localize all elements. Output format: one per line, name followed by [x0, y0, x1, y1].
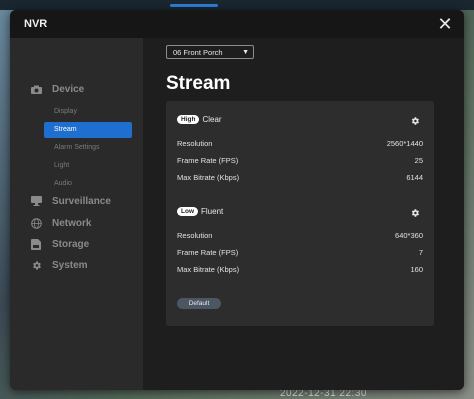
row-value: 160 [410, 265, 423, 274]
sidebar-category-label: Device [52, 83, 85, 95]
row-label: Frame Rate (FPS) [177, 248, 239, 257]
sidebar-item-light[interactable]: Light [44, 158, 132, 174]
sidebar-category-label: Storage [52, 238, 90, 250]
gear-icon [410, 205, 420, 222]
low-frame-rate-row: Frame Rate (FPS) 7 [177, 248, 423, 260]
channel-select[interactable]: 06 Front Porch ▼ [166, 45, 254, 59]
high-stream-settings-button[interactable] [410, 113, 422, 125]
sidebar-category-network[interactable]: Network [30, 215, 91, 231]
sidebar-item-stream[interactable]: Stream [44, 122, 132, 138]
row-value: 2560*1440 [386, 139, 423, 148]
low-resolution-row: Resolution 640*360 [177, 231, 423, 243]
high-stream-badge: High [177, 114, 200, 124]
row-value: 640*360 [395, 231, 423, 240]
sidebar-category-storage[interactable]: Storage [30, 236, 89, 252]
row-value: 6144 [406, 173, 423, 182]
low-stream-header: Low Fluent [177, 204, 223, 218]
globe-icon [30, 217, 42, 229]
row-label: Max Bitrate (Kbps) [177, 173, 240, 182]
low-stream-settings-button[interactable] [410, 205, 422, 217]
row-label: Resolution [177, 139, 213, 148]
sidebar-item-alarm-settings[interactable]: Alarm Settings [44, 140, 132, 156]
channel-select-value: 06 Front Porch [173, 48, 223, 57]
dialog-titlebar: NVR ✕ [10, 10, 464, 38]
high-stream-header: High Clear [177, 112, 222, 126]
stream-settings-panel: High Clear Resolution 2560*1440 Frame Ra… [166, 101, 434, 326]
low-max-bitrate-row: Max Bitrate (Kbps) 160 [177, 265, 423, 277]
row-label: Resolution [177, 231, 213, 240]
high-max-bitrate-row: Max Bitrate (Kbps) 6144 [177, 173, 423, 185]
settings-content: 06 Front Porch ▼ Stream High Clear Resol… [143, 38, 464, 390]
row-label: Max Bitrate (Kbps) [177, 265, 240, 274]
row-value: 25 [414, 156, 423, 165]
row-value: 7 [418, 248, 423, 257]
monitor-icon [30, 195, 42, 207]
storage-icon [30, 238, 42, 250]
sidebar-category-label: Network [52, 217, 92, 229]
gear-icon [410, 113, 420, 130]
sidebar-category-label: System [52, 259, 88, 271]
high-frame-rate-row: Frame Rate (FPS) 25 [177, 156, 423, 168]
high-stream-name: Clear [202, 114, 222, 124]
settings-dialog: NVR ✕ Device Display Stream Alarm Settin… [10, 10, 464, 390]
chevron-down-icon: ▼ [242, 49, 249, 56]
close-button[interactable]: ✕ [435, 14, 455, 34]
sidebar-category-system[interactable]: System [30, 257, 88, 273]
high-resolution-row: Resolution 2560*1440 [177, 139, 423, 151]
row-label: Frame Rate (FPS) [177, 156, 239, 165]
camera-icon [30, 83, 42, 95]
settings-sidebar: Device Display Stream Alarm Settings Lig… [10, 38, 143, 390]
low-stream-name: Fluent [201, 206, 224, 216]
sidebar-category-label: Surveillance [52, 195, 111, 207]
close-icon: ✕ [437, 14, 453, 34]
background-app-header [0, 0, 474, 10]
page-title: Stream [166, 73, 231, 94]
sidebar-item-display[interactable]: Display [44, 104, 132, 120]
low-stream-badge: Low [177, 206, 198, 216]
sidebar-item-audio[interactable]: Audio [44, 176, 132, 192]
sidebar-category-device[interactable]: Device [30, 81, 84, 97]
default-button[interactable]: Default [177, 298, 221, 309]
app-title: NVR [24, 18, 48, 30]
sidebar-category-surveillance[interactable]: Surveillance [30, 193, 111, 209]
background-tab-indicator [170, 4, 218, 7]
gear-icon [30, 259, 42, 271]
